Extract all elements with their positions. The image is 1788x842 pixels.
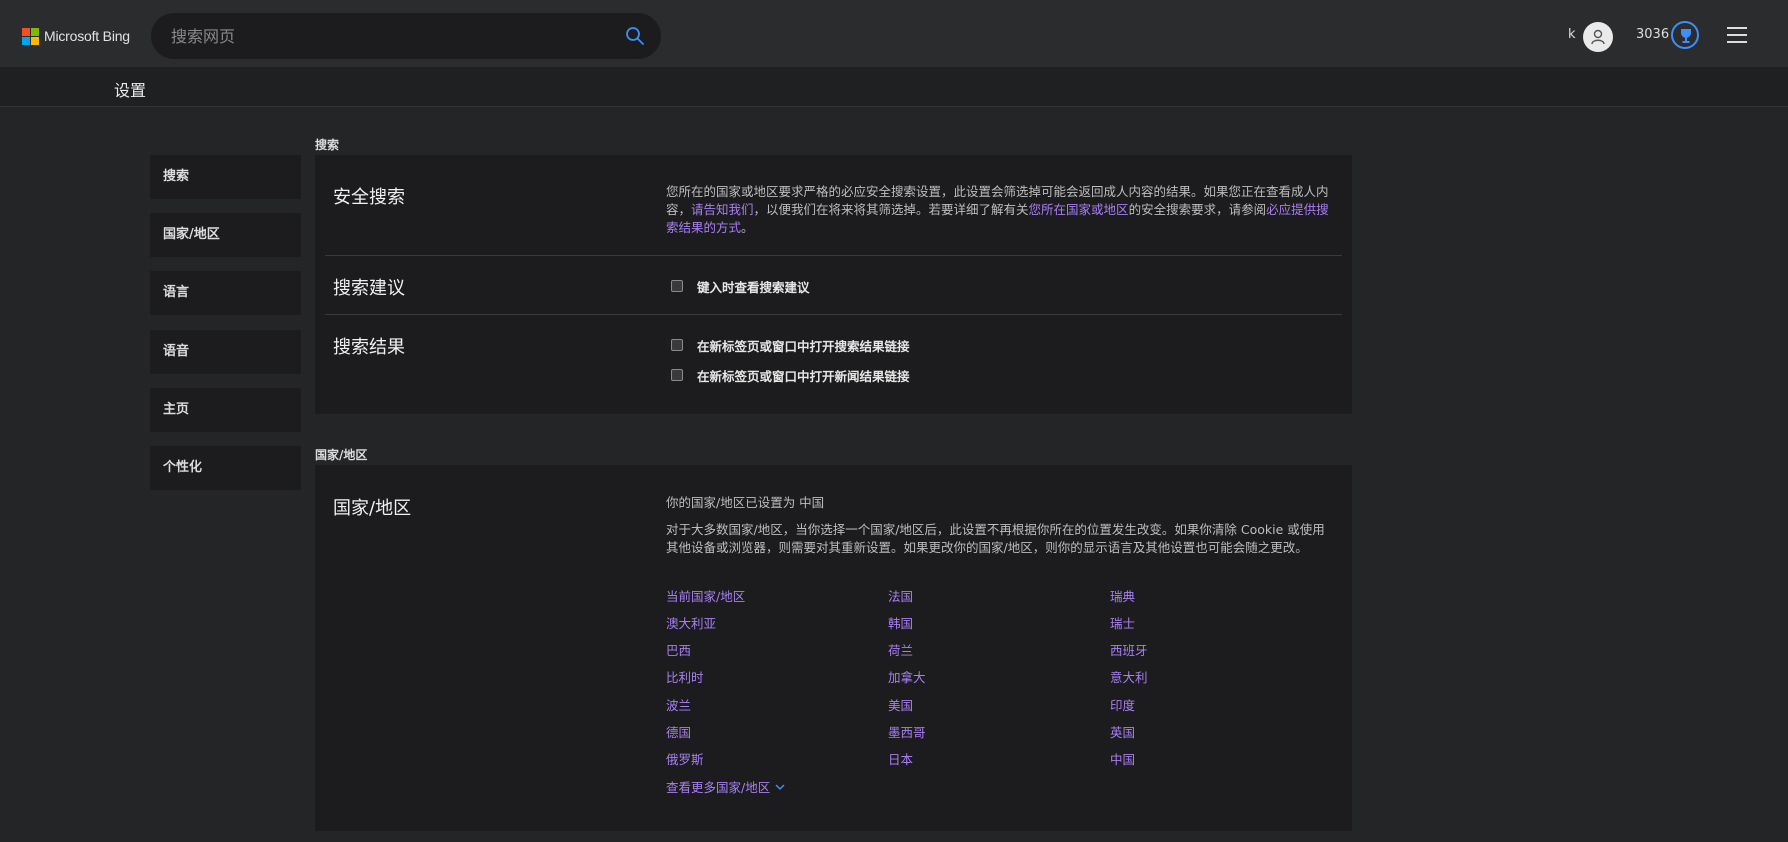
search-suggestions-title: 搜索建议 <box>333 278 405 299</box>
country-link[interactable]: 瑞士 <box>1110 613 1135 632</box>
country-link[interactable]: 日本 <box>888 749 913 768</box>
country-link[interactable]: 法国 <box>888 586 913 605</box>
country-link[interactable]: 墨西哥 <box>888 722 926 741</box>
country-link[interactable]: 德国 <box>666 722 691 741</box>
avatar[interactable] <box>1583 22 1613 52</box>
nav-item-homepage[interactable]: 主页 <box>150 388 301 432</box>
safe-search-text-2: ，以便我们在将来将其筛选掉。若要详细了解有关 <box>753 202 1029 217</box>
nav-item-personalization[interactable]: 个性化 <box>150 446 301 490</box>
country-link[interactable]: 比利时 <box>666 667 704 686</box>
rewards-points[interactable]: 3036 <box>1636 27 1669 42</box>
nav-item-language[interactable]: 语言 <box>150 271 301 315</box>
logo-text: Microsoft Bing <box>44 28 130 44</box>
search-suggestions-checkbox[interactable] <box>671 280 683 292</box>
hamburger-menu-icon[interactable] <box>1727 27 1747 43</box>
user-name[interactable]: k <box>1568 27 1576 42</box>
rewards-trophy-icon[interactable] <box>1671 21 1699 49</box>
section-label-search: 搜索 <box>315 138 340 152</box>
safe-search-description: 您所在的国家或地区要求严格的必应安全搜索设置，此设置会筛选掉可能会返回成人内容的… <box>666 183 1336 237</box>
country-link[interactable]: 荷兰 <box>888 640 913 659</box>
country-link[interactable]: 印度 <box>1110 695 1135 714</box>
country-link[interactable]: 英国 <box>1110 722 1135 741</box>
report-link[interactable]: 请告知我们 <box>691 202 754 217</box>
region-settings-panel <box>315 465 1352 831</box>
country-link[interactable]: 巴西 <box>666 640 691 659</box>
region-description: 对于大多数国家/地区，当你选择一个国家/地区后，此设置不再根据你所在的位置发生改… <box>666 522 1325 555</box>
nav-item-search[interactable]: 搜索 <box>150 155 301 199</box>
safe-search-title: 安全搜索 <box>333 187 405 208</box>
bing-logo[interactable]: Microsoft Bing <box>22 26 130 46</box>
country-link[interactable]: 意大利 <box>1110 667 1148 686</box>
country-link[interactable]: 当前国家/地区 <box>666 586 745 605</box>
country-link[interactable]: 美国 <box>888 695 913 714</box>
country-link[interactable]: 中国 <box>1110 749 1135 768</box>
page-title: 设置 <box>114 81 147 100</box>
your-region-link[interactable]: 您所在国家或地区 <box>1029 202 1129 217</box>
chevron-down-icon <box>775 783 785 790</box>
open-news-results-new-tab-label[interactable]: 在新标签页或窗口中打开新闻结果链接 <box>697 366 910 385</box>
top-header: Microsoft Bing k 3036 <box>0 0 1788 67</box>
nav-item-region[interactable]: 国家/地区 <box>150 213 301 257</box>
search-input[interactable] <box>171 13 601 59</box>
search-results-title: 搜索结果 <box>333 337 405 358</box>
section-label-region: 国家/地区 <box>315 448 368 462</box>
search-icon[interactable] <box>625 26 645 46</box>
open-search-results-new-tab-label[interactable]: 在新标签页或窗口中打开搜索结果链接 <box>697 336 910 355</box>
nav-item-voice[interactable]: 语音 <box>150 330 301 374</box>
search-box <box>151 13 661 59</box>
user-icon <box>1591 29 1605 45</box>
safe-search-text-3: 的安全搜索要求，请参阅 <box>1128 202 1267 217</box>
country-link[interactable]: 俄罗斯 <box>666 749 704 768</box>
country-link[interactable]: 韩国 <box>888 613 913 632</box>
country-link[interactable]: 西班牙 <box>1110 640 1148 659</box>
country-link[interactable]: 瑞典 <box>1110 586 1135 605</box>
current-region-text: 你的国家/地区已设置为 中国 <box>666 495 825 510</box>
open-news-results-new-tab-checkbox[interactable] <box>671 369 683 381</box>
safe-search-text-4: 。 <box>741 220 754 235</box>
country-link[interactable]: 波兰 <box>666 695 691 714</box>
open-search-results-new-tab-checkbox[interactable] <box>671 339 683 351</box>
divider <box>325 314 1342 315</box>
see-more-label: 查看更多国家/地区 <box>666 780 771 795</box>
settings-bar: 设置 <box>0 67 1788 107</box>
country-link[interactable]: 加拿大 <box>888 667 926 686</box>
region-title: 国家/地区 <box>333 498 412 519</box>
see-more-regions-link[interactable]: 查看更多国家/地区 <box>666 777 786 796</box>
microsoft-logo-icon <box>22 27 39 45</box>
search-suggestions-label[interactable]: 键入时查看搜索建议 <box>697 277 810 296</box>
country-link[interactable]: 澳大利亚 <box>666 613 716 632</box>
divider <box>325 255 1342 256</box>
